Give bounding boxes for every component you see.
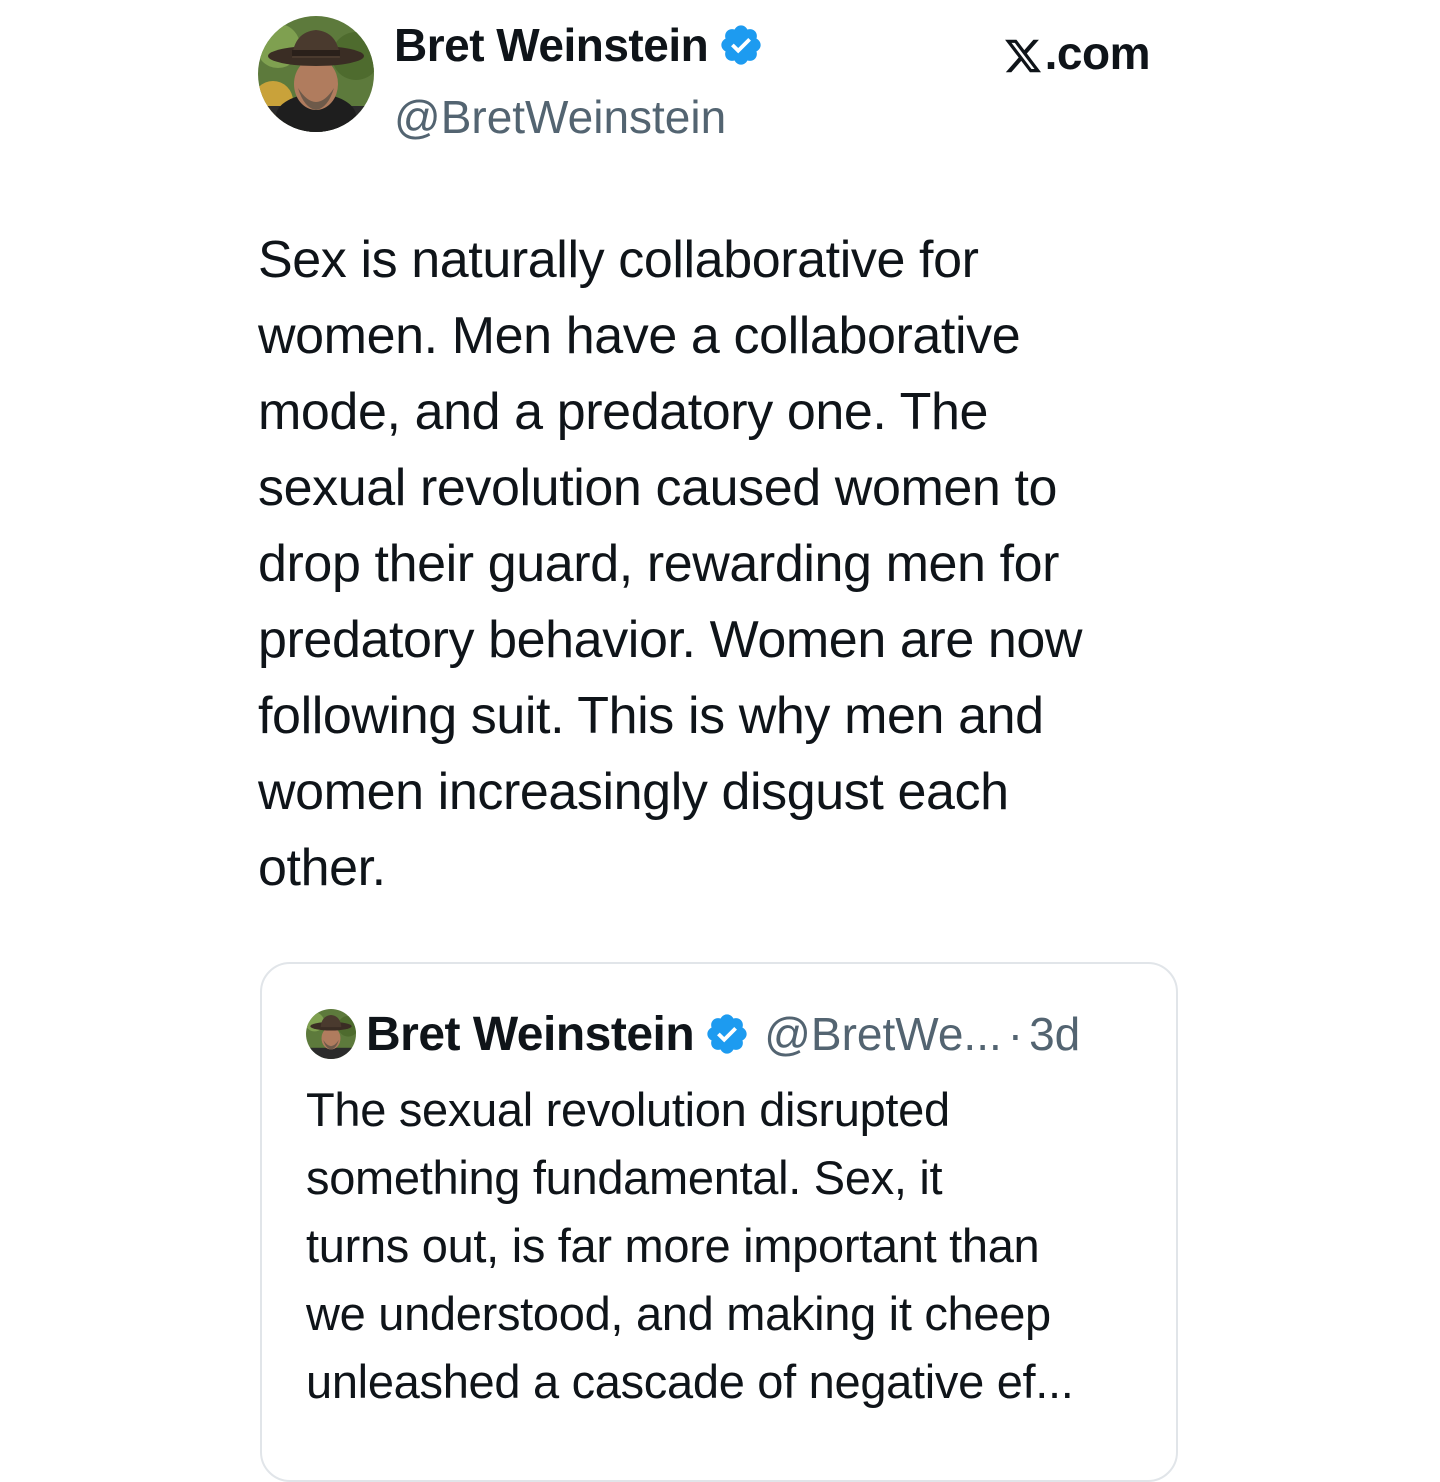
verified-badge-icon	[704, 1011, 750, 1057]
quoted-tweet-card[interactable]: Bret Weinstein @BretWe... · 3d The sexua…	[260, 962, 1178, 1482]
quoted-author-handle: @BretWe...	[764, 1008, 1002, 1060]
quoted-timestamp: 3d	[1029, 1008, 1081, 1060]
tweet-body-text: Sex is naturally collaborative for women…	[258, 231, 1083, 897]
x-logo-icon	[1003, 33, 1043, 73]
author-avatar[interactable]	[258, 16, 374, 132]
profile-photo-icon	[306, 1009, 356, 1059]
profile-photo-icon	[258, 16, 374, 132]
quoted-separator: ·	[1007, 1008, 1024, 1060]
verified-badge-icon	[718, 22, 764, 68]
site-domain-suffix: .com	[1044, 27, 1151, 79]
quoted-author-name: Bret Weinstein	[366, 1007, 695, 1061]
tweet-header: Bret Weinstein @BretWeinstein .com	[258, 16, 1158, 143]
quoted-author-avatar	[306, 1009, 356, 1059]
author-handle[interactable]: @BretWeinstein	[394, 90, 726, 144]
author-name-row: Bret Weinstein	[394, 18, 764, 72]
quoted-tweet-text: The sexual revolution disrupted somethin…	[306, 1083, 1074, 1408]
author-display-name[interactable]: Bret Weinstein	[394, 18, 709, 72]
quoted-tweet-header: Bret Weinstein @BretWe... · 3d	[306, 1007, 1081, 1061]
site-watermark: .com	[1003, 26, 1151, 80]
